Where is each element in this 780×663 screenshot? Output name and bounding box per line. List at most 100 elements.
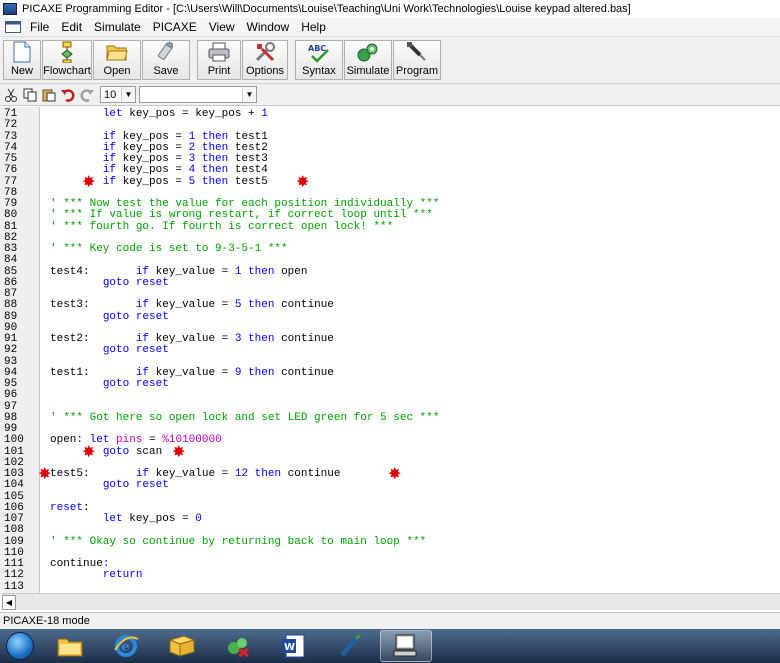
line-number: 92 [4, 344, 18, 357]
code-line[interactable]: 107 let key_pos = 0 [0, 513, 780, 525]
code-line[interactable]: 83 ' *** Key code is set to 9-3-5-1 *** [0, 243, 780, 255]
flowchart-icon [55, 41, 79, 63]
menu-edit[interactable]: Edit [55, 20, 88, 34]
annotation-marker: ✸ [296, 172, 310, 191]
code-line[interactable]: 96 [0, 389, 780, 402]
code-line[interactable]: 71 let key_pos = key_pos + 1 [0, 108, 780, 120]
redo-icon[interactable] [78, 86, 96, 104]
paste-icon[interactable] [40, 86, 58, 104]
flowchart-button[interactable]: Flowchart [42, 40, 92, 80]
line-number: 76 [4, 164, 18, 177]
menu-window[interactable]: Window [241, 20, 296, 34]
window-title: PICAXE Programming Editor - [C:\Users\Wi… [22, 3, 631, 15]
code-line[interactable]: 98 ' *** Got here so open lock and set LE… [0, 411, 780, 424]
code-line[interactable]: 109 ' *** Okay so continue by returning b… [0, 536, 780, 548]
code-line[interactable]: 113 [0, 580, 780, 593]
code-editor[interactable]: 71 let key_pos = key_pos + 1 72 73 if key_… [0, 107, 780, 594]
chevron-down-icon[interactable]: ▼ [121, 87, 135, 102]
usb-save-icon [154, 41, 178, 63]
menu-picaxe[interactable]: PICAXE [147, 20, 203, 34]
new-button[interactable]: New [3, 40, 41, 80]
syntax-check-icon: ABC [307, 41, 331, 63]
line-number: 72 [4, 119, 18, 132]
code-line[interactable]: 110 [0, 547, 780, 559]
line-number: 88 [4, 299, 18, 312]
code-line[interactable]: 101 goto scan [0, 445, 780, 458]
open-folder-icon [105, 41, 129, 63]
code-line[interactable]: 105 [0, 491, 780, 503]
syntax-button[interactable]: ABC Syntax [295, 40, 343, 80]
line-number: 80 [4, 209, 18, 222]
annotation-marker: ✸ [82, 172, 96, 191]
word-icon[interactable]: W [268, 630, 320, 662]
code-line[interactable]: 77 if key_pos = 5 then test5 [0, 176, 780, 188]
code-line[interactable]: 95 goto reset [0, 378, 780, 390]
annotation-marker: ✸ [38, 464, 52, 483]
scroll-left-icon[interactable]: ◀ [2, 595, 16, 610]
save-button[interactable]: Save [142, 40, 190, 80]
code-text: let key_pos = 0 [102, 513, 202, 525]
printer-icon [207, 41, 231, 63]
horizontal-scrollbar[interactable]: ◀ [2, 593, 780, 610]
network-icon[interactable] [212, 630, 264, 662]
code-text: return [102, 569, 143, 582]
code-text: goto reset [102, 276, 169, 289]
menu-simulate[interactable]: Simulate [88, 20, 147, 34]
start-button[interactable] [0, 629, 40, 663]
undo-icon[interactable] [59, 86, 77, 104]
code-text: let key_pos = key_pos + 1 [102, 108, 268, 120]
menu-bar: File Edit Simulate PICAXE View Window He… [0, 18, 780, 37]
code-line[interactable]: 81 ' *** fourth go. If fourth is correct … [0, 220, 780, 233]
menu-help[interactable]: Help [295, 20, 332, 34]
document-icon[interactable] [4, 20, 22, 34]
computer-icon[interactable] [380, 630, 432, 662]
code-line[interactable]: 92 goto reset [0, 344, 780, 357]
internet-explorer-icon[interactable]: e [100, 630, 152, 662]
line-number: 100 [4, 434, 24, 447]
main-toolbar: New Flowchart Open Save Print Options AB… [0, 37, 780, 84]
status-bar: PICAXE-18 mode [0, 612, 780, 629]
code-text: goto reset [102, 344, 169, 357]
svg-text:ABC: ABC [308, 44, 326, 53]
annotation-marker: ✸ [388, 464, 402, 483]
title-bar: PICAXE Programming Editor - [C:\Users\Wi… [0, 0, 780, 18]
annotation-marker: ✸ [172, 442, 186, 461]
folder-icon[interactable] [156, 630, 208, 662]
simulate-button[interactable]: Simulate [344, 40, 392, 80]
menu-view[interactable]: View [203, 20, 241, 34]
tools-icon [253, 41, 277, 63]
code-text: ' *** Key code is set to 9-3-5-1 *** [50, 243, 288, 255]
line-number: 113 [4, 580, 24, 593]
print-button[interactable]: Print [197, 40, 241, 80]
code-line[interactable]: 89 goto reset [0, 311, 780, 323]
chevron-down-icon[interactable]: ▼ [242, 87, 256, 102]
code-line[interactable]: 112 return [0, 569, 780, 582]
code-text: goto reset [102, 378, 169, 390]
windows-explorer-icon[interactable] [44, 630, 96, 662]
options-button[interactable]: Options [242, 40, 288, 80]
program-button[interactable]: Program [393, 40, 441, 80]
windows-orb-icon [6, 632, 34, 660]
code-text: ' *** fourth go. If fourth is correct op… [50, 220, 394, 233]
font-size-select[interactable]: 10 ▼ [100, 86, 136, 103]
picaxe-icon[interactable] [324, 630, 376, 662]
program-cable-icon [405, 41, 429, 63]
code-text: goto reset [102, 479, 169, 492]
line-number: 96 [4, 389, 18, 402]
menu-file[interactable]: File [24, 20, 55, 34]
code-text: goto scan [102, 445, 163, 458]
simulate-icon [356, 41, 380, 63]
svg-text:e: e [121, 639, 130, 655]
line-number: 112 [4, 569, 24, 582]
svg-text:W: W [284, 642, 295, 653]
label-select[interactable]: ▼ [139, 86, 257, 103]
cut-icon[interactable] [2, 86, 20, 104]
code-text: ' *** Got here so open lock and set LED … [50, 411, 440, 424]
annotation-marker: ✸ [82, 442, 96, 461]
open-button[interactable]: Open [93, 40, 141, 80]
taskbar: e W [0, 629, 780, 663]
code-line[interactable]: 86 goto reset [0, 276, 780, 289]
new-file-icon [10, 41, 34, 63]
copy-icon[interactable] [21, 86, 39, 104]
mode-status: PICAXE-18 mode [3, 615, 90, 627]
